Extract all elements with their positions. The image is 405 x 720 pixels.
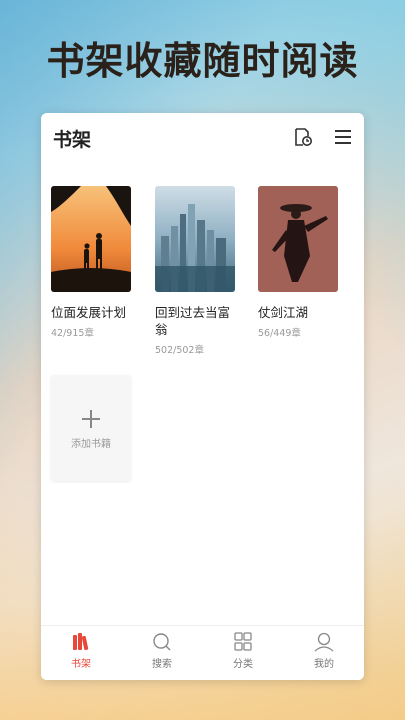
- book-title: 仗剑江湖: [258, 305, 309, 320]
- book-card[interactable]: 位面发展计划 42/915章: [51, 186, 131, 339]
- category-grid-icon: [234, 632, 252, 651]
- tab-profile[interactable]: 我的: [284, 632, 364, 670]
- tab-label: 书架: [71, 659, 91, 670]
- book-progress: 56/449章: [258, 328, 301, 339]
- profile-icon: [314, 632, 334, 652]
- add-book-label: 添加书籍: [71, 439, 111, 450]
- tab-label: 搜索: [152, 659, 172, 670]
- book-title: 位面发展计划: [51, 305, 127, 320]
- history-icon[interactable]: [293, 127, 313, 147]
- app-screen: 书架 位面发展计划 42/915章 回到过去当富翁 502/502章 仗剑江湖 …: [41, 113, 364, 680]
- search-icon: [153, 633, 171, 651]
- page-title: 书架: [53, 129, 92, 151]
- plus-icon: [82, 410, 100, 428]
- add-book-button[interactable]: 添加书籍: [51, 375, 131, 481]
- tab-label: 分类: [233, 659, 253, 670]
- bookshelf-icon: [73, 633, 89, 651]
- book-progress: 42/915章: [51, 328, 94, 339]
- tab-category[interactable]: 分类: [203, 632, 283, 670]
- book-progress: 502/502章: [155, 345, 204, 356]
- book-cover[interactable]: [51, 186, 131, 292]
- menu-icon[interactable]: [333, 127, 353, 147]
- top-bar: 书架: [41, 113, 364, 163]
- book-card[interactable]: 回到过去当富翁 502/502章: [155, 186, 235, 356]
- book-title: 回到过去当富翁: [155, 305, 231, 337]
- book-card[interactable]: 仗剑江湖 56/449章: [258, 186, 338, 339]
- bottom-tab-bar: 书架 搜索 分类 我的: [41, 625, 364, 680]
- tab-label: 我的: [314, 659, 334, 670]
- book-cover[interactable]: [155, 186, 235, 292]
- tab-bookshelf[interactable]: 书架: [41, 632, 121, 670]
- tab-search[interactable]: 搜索: [122, 632, 202, 670]
- promo-headline: 书架收藏随时阅读: [46, 38, 359, 83]
- book-cover[interactable]: [258, 186, 338, 292]
